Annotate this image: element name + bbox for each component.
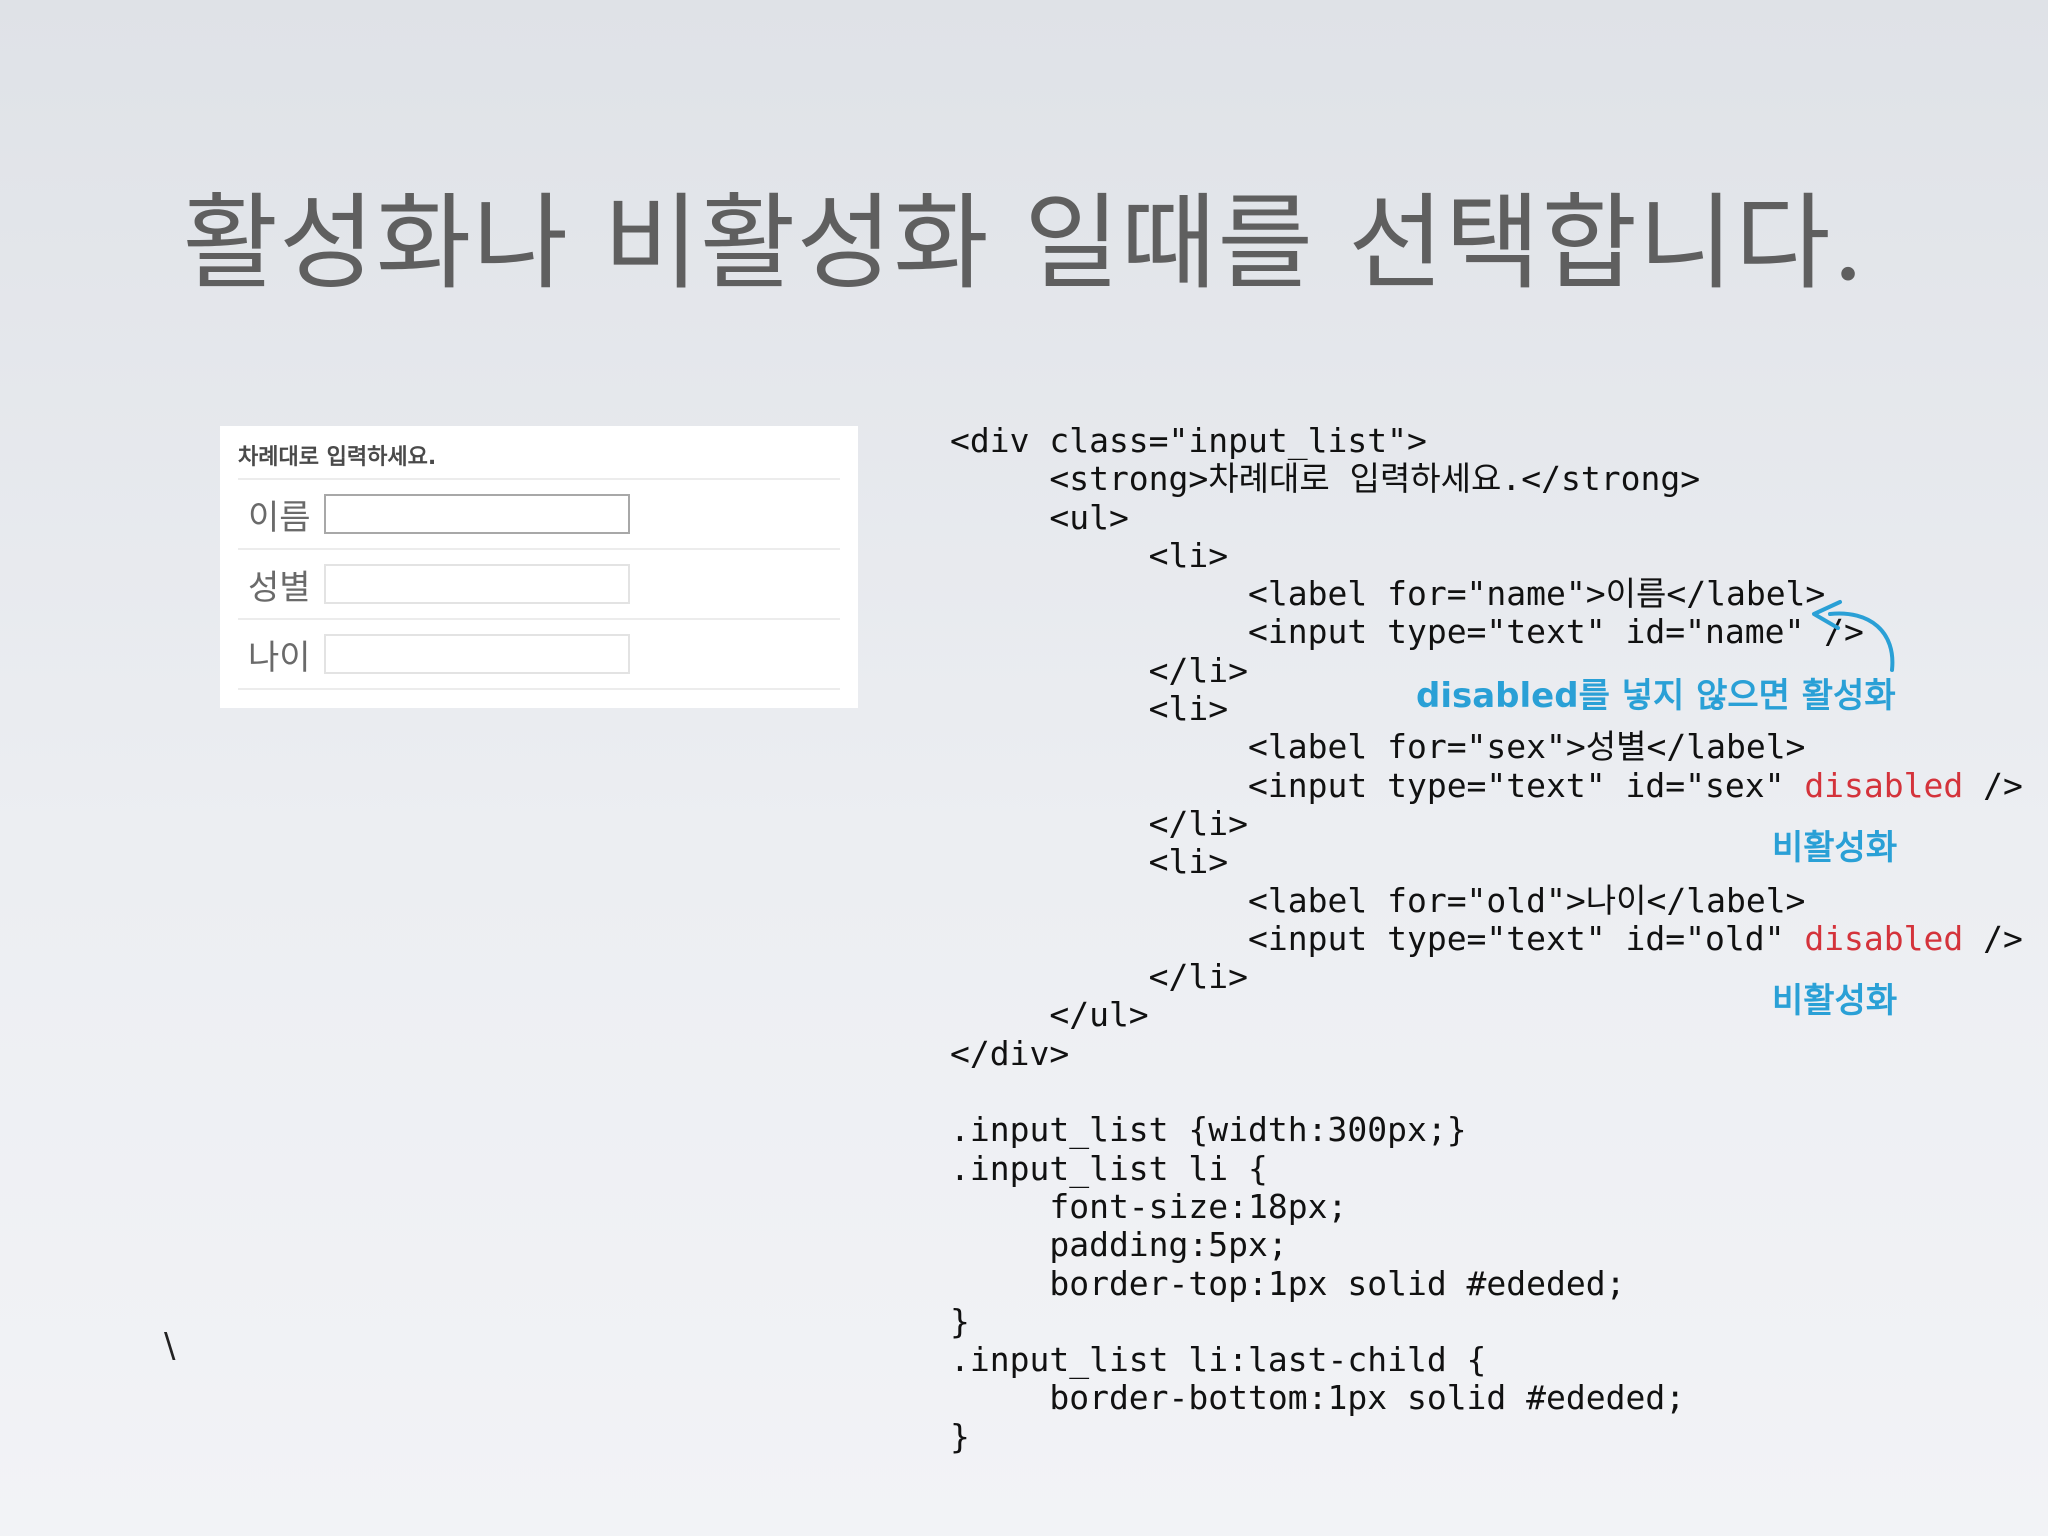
code-line: }	[950, 1416, 970, 1456]
code-line: <div class="input_list">	[950, 421, 1427, 460]
old-input	[324, 634, 630, 674]
note-disabled-old: 비활성화	[1772, 981, 1898, 1021]
sex-input	[324, 564, 630, 604]
disabled-keyword: disabled	[1804, 765, 1964, 805]
disabled-keyword: disabled	[1804, 918, 1964, 958]
note-disabled-sex: 비활성화	[1772, 828, 1898, 868]
code-text: <input type="text" id="sex"	[950, 765, 1805, 805]
demo-row-old: 나이	[238, 620, 840, 690]
code-line: }	[950, 1301, 970, 1341]
code-line: <label for="sex">성별</label>	[950, 727, 1806, 767]
slide-title: 활성화나 비활성화 일때를 선택합니다.	[182, 182, 1866, 304]
name-input[interactable]	[324, 494, 630, 534]
code-line: border-top:1px solid #ededed;	[950, 1263, 1626, 1303]
code-block: <div class="input_list"> <strong>차례대로 입력…	[950, 421, 2023, 1456]
code-line: font-size:18px;	[950, 1186, 1348, 1226]
code-line: </div>	[950, 1033, 1070, 1073]
code-line-sex-input: <input type="text" id="sex" disabled />	[950, 765, 2023, 805]
code-line: .input_list li:last-child {	[950, 1340, 1487, 1380]
code-text: <input type="text" id="old"	[950, 918, 1805, 958]
demo-heading: 차례대로 입력하세요.	[238, 438, 840, 480]
code-line: <li>	[950, 535, 1229, 575]
sex-label: 성별	[248, 567, 311, 608]
code-line-old-input: <input type="text" id="old" disabled />	[950, 918, 2023, 958]
code-line: padding:5px;	[950, 1225, 1288, 1265]
code-line: .input_list {width:300px;}	[950, 1110, 1467, 1150]
name-label: 이름	[248, 497, 311, 538]
demo-row-sex: 성별	[238, 550, 840, 620]
code-line: <label for="old">나이</label>	[950, 880, 1806, 920]
code-line: <strong>차례대로 입력하세요.</strong>	[950, 459, 1701, 499]
note-enabled: disabled를 넣지 않으면 활성화	[1416, 676, 1896, 716]
old-label: 나이	[248, 637, 311, 678]
code-text: />	[1963, 765, 2023, 805]
code-line: border-bottom:1px solid #ededed;	[950, 1378, 1686, 1418]
code-line: .input_list li {	[950, 1148, 1268, 1188]
stray-backslash: \	[164, 1326, 176, 1366]
input-list-demo: 차례대로 입력하세요. 이름 성별 나이	[220, 426, 858, 708]
demo-row-name: 이름	[238, 480, 840, 550]
code-line: <ul>	[950, 497, 1129, 537]
code-text: />	[1963, 918, 2023, 958]
